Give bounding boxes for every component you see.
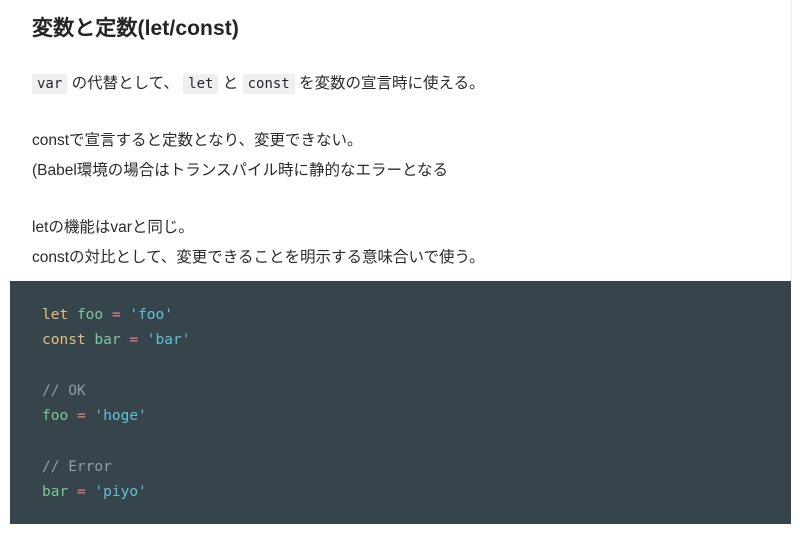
code-line: // Error (42, 455, 791, 480)
code-line: const bar = 'bar' (42, 328, 791, 353)
paragraph-line: (Babel環境の場合はトランスパイル時に静的なエラーとなる (32, 162, 449, 179)
code-block[interactable]: let foo = 'foo' const bar = 'bar' // OK fo… (10, 281, 791, 524)
paragraph-line: constで宣言すると定数となり、変更できない。 (32, 132, 363, 149)
code-token: 'foo' (129, 307, 173, 323)
code-token: 'hoge' (94, 408, 147, 425)
code-token: 'bar' (146, 332, 191, 349)
paragraph-line: constの対比として、変更できることを明示する意味合いで使う。 (32, 249, 485, 266)
paragraph-let-description: letの機能はvarと同じ。 constの対比として、変更できることを明示する意味… (0, 186, 800, 273)
paragraph-text: の代替として、 (67, 75, 184, 92)
article-content: 変数と定数(let/const) var の代替として、 let と const… (0, 0, 800, 273)
code-token: foo (42, 408, 69, 425)
code-token: bar (42, 484, 69, 501)
page-title: 変数と定数(let/const) (32, 17, 239, 40)
paragraph-lead: var の代替として、 let と const を変数の宣言時に使える。 (0, 42, 800, 99)
code-token: 'piyo' (94, 484, 147, 501)
inline-code: var (32, 74, 68, 94)
code-token: = (129, 332, 139, 349)
paragraph-line: letの機能はvarと同じ。 (32, 219, 194, 236)
code-token: let (42, 307, 69, 323)
inline-code: const (242, 74, 295, 94)
code-line: // OK (42, 379, 791, 404)
code-token: = (111, 307, 121, 323)
paragraph-const-description: constで宣言すると定数となり、変更できない。 (Babel環境の場合はトランス… (0, 99, 800, 186)
code-token: const (42, 332, 86, 349)
code-token: foo (76, 307, 104, 323)
code-token: bar (94, 332, 121, 349)
paragraph-text: を変数の宣言時に使える。 (294, 75, 485, 92)
code-line: foo = 'hoge' (42, 404, 791, 429)
inline-code: let (183, 74, 219, 94)
code-token: = (76, 484, 86, 501)
code-token: // Error (42, 458, 112, 475)
code-line: let foo = 'foo' (42, 303, 791, 328)
code-line: bar = 'piyo' (42, 480, 791, 505)
code-block-content: let foo = 'foo' const bar = 'bar' // OK fo… (42, 303, 791, 505)
code-token: // OK (42, 382, 86, 399)
code-token: = (76, 408, 86, 425)
document-page: 変数と定数(let/const) var の代替として、 let と const… (0, 0, 800, 554)
paragraph-text: と (218, 75, 243, 92)
